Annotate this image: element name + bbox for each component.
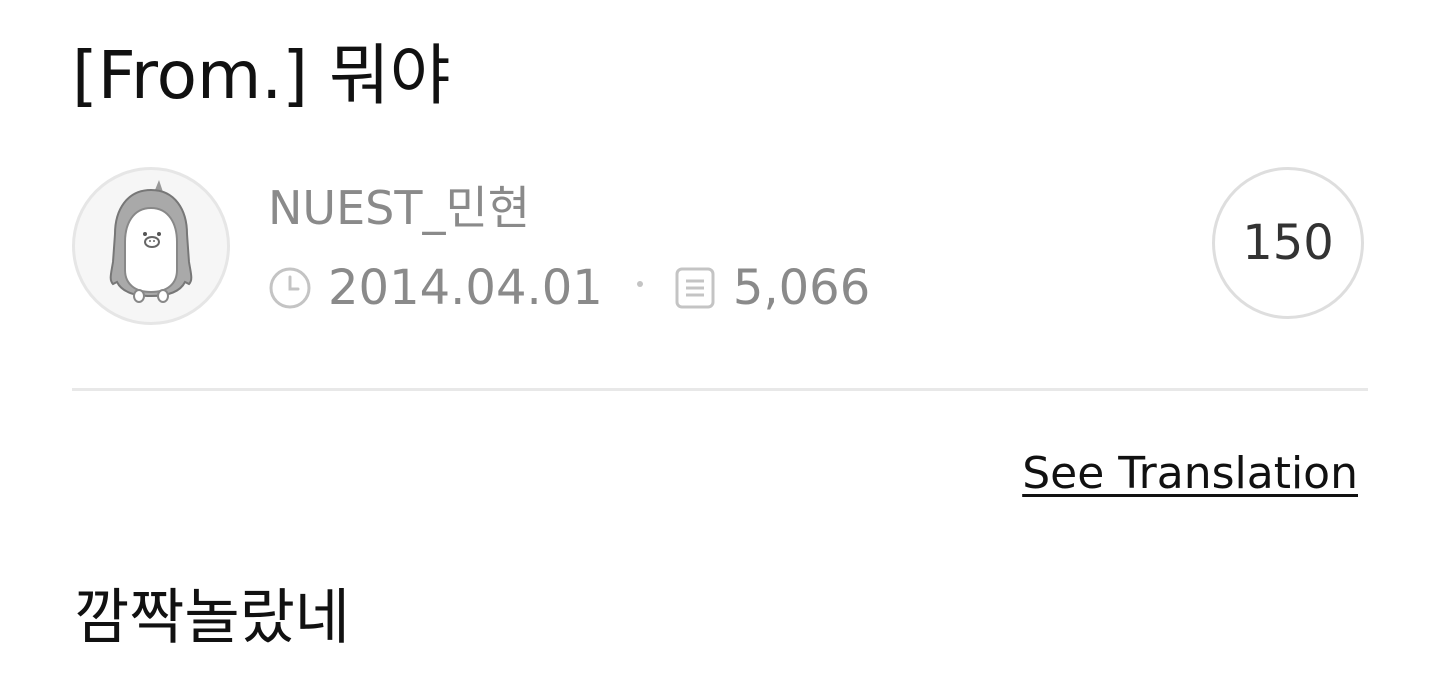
- clock-icon: [268, 266, 312, 310]
- post-title: [From.] 뭐야: [72, 37, 451, 114]
- comment-count-button[interactable]: 150: [1212, 167, 1364, 319]
- see-translation-link[interactable]: See Translation: [1022, 446, 1358, 502]
- meta-separator: [636, 281, 643, 287]
- post-meta: 2014.04.01 5,066: [268, 258, 870, 318]
- author-name[interactable]: NUEST_민현: [268, 180, 530, 236]
- post-date: 2014.04.01: [328, 260, 603, 316]
- document-icon: [673, 266, 717, 310]
- divider: [72, 388, 1368, 391]
- author-avatar[interactable]: [72, 167, 230, 325]
- view-count: 5,066: [732, 260, 871, 316]
- post-body: 깜짝놀랐네: [74, 583, 350, 653]
- penguin-avatar-icon: [109, 180, 193, 303]
